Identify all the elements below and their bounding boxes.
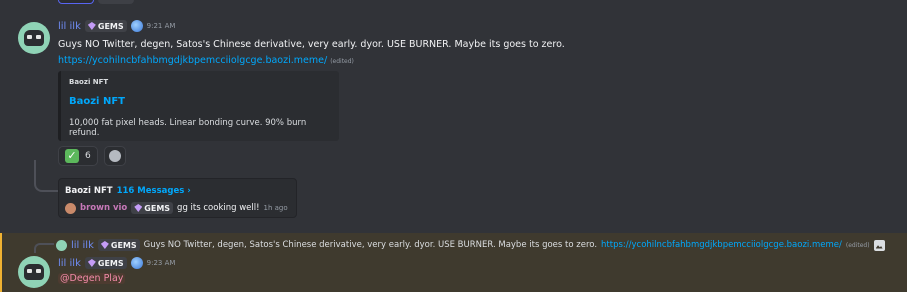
reactions-bar: ✓ 6 (58, 146, 126, 166)
message-header: lil ilk GEMS 9:21 AM (58, 20, 175, 32)
add-reaction-icon (108, 150, 121, 162)
thread-preview[interactable]: Baozi NFT 116 Messages › brown vio GEMS g… (58, 178, 297, 218)
reply-text: Guys NO Twitter, degen, Satos's Chinese … (143, 240, 598, 250)
embed-description: 10,000 fat pixel heads. Linear bonding c… (69, 118, 307, 138)
embed-provider: Baozi NFT (69, 78, 109, 86)
guild-tag[interactable]: GEMS (84, 20, 127, 32)
username[interactable]: lil ilk (58, 258, 81, 269)
reply-avatar (56, 239, 67, 251)
gem-icon (87, 22, 96, 30)
timestamp: 9:23 AM (146, 259, 176, 267)
avatar[interactable] (18, 22, 50, 54)
timestamp: 9:21 AM (146, 22, 176, 30)
thread-title: Baozi NFT 116 Messages › (65, 186, 191, 196)
nitro-badge-icon[interactable] (130, 20, 143, 32)
avatar[interactable] (18, 256, 50, 288)
reaction-count: 6 (85, 151, 91, 161)
reply-connector (34, 243, 54, 253)
chat-view: lil ilk GEMS 9:21 AM Guys NO Twitter, de… (0, 0, 907, 292)
message-link[interactable]: https://ycohilncbfahbmgdjkbpemcciiolgcge… (58, 55, 327, 66)
gem-icon (100, 241, 109, 249)
thread-last-time: 1h ago (263, 204, 288, 212)
guild-tag[interactable]: GEMS (84, 257, 127, 269)
message-text: Guys NO Twitter, degen, Satos's Chinese … (58, 39, 565, 50)
role-mention[interactable]: @Degen Play (58, 273, 126, 284)
top-toolbar (58, 0, 134, 4)
username[interactable]: lil ilk (58, 21, 81, 32)
reply-preview[interactable]: lil ilk GEMS Guys NO Twitter, degen, Sat… (56, 239, 885, 251)
toolbar-button[interactable] (98, 0, 134, 4)
image-icon (873, 239, 885, 251)
thread-connector (34, 160, 58, 192)
message-header: lil ilk GEMS 9:23 AM (58, 257, 175, 269)
gem-icon (87, 259, 96, 267)
edited-label: (edited) (330, 58, 354, 65)
thread-last-text: gg its cooking well! (177, 203, 260, 213)
reaction-check[interactable]: ✓ 6 (58, 146, 98, 166)
reply-edited: (edited) (845, 241, 870, 249)
reply-username[interactable]: lil ilk (71, 240, 94, 251)
toolbar-button-active[interactable] (58, 0, 94, 4)
link-embed: Baozi NFT Baozi NFT 10,000 fat pixel hea… (58, 71, 339, 141)
thread-author: brown vio (80, 203, 128, 213)
reply-tag: GEMS (97, 239, 140, 251)
thread-last-message: brown vio GEMS gg its cooking well! 1h a… (65, 202, 288, 214)
add-reaction-button[interactable] (103, 146, 126, 166)
thread-author-tag: GEMS (131, 202, 174, 214)
nitro-badge-icon[interactable] (130, 257, 143, 269)
thread-author-avatar (65, 202, 76, 214)
message-link-line: https://ycohilncbfahbmgdjkbpemcciiolgcge… (58, 55, 354, 66)
check-emoji-icon: ✓ (65, 149, 79, 163)
thread-message-count[interactable]: 116 Messages › (117, 186, 191, 196)
reply-link[interactable]: https://ycohilncbfahbmgdjkbpemcciiolgcge… (601, 240, 842, 250)
gem-icon (134, 204, 143, 212)
embed-title[interactable]: Baozi NFT (69, 96, 125, 107)
